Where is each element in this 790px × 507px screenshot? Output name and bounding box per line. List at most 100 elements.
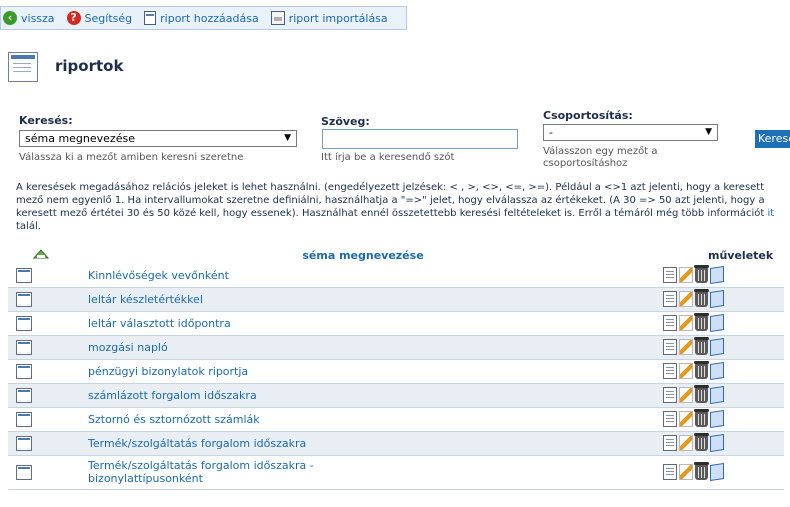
copy-icon[interactable] — [710, 463, 724, 481]
view-icon[interactable] — [663, 435, 677, 451]
report-icon — [16, 364, 32, 379]
search-text-hint: Itt írja be a keresendő szót — [321, 152, 455, 163]
delete-icon[interactable] — [694, 409, 709, 427]
add-report-button[interactable]: riport hozzáadása — [144, 11, 259, 25]
report-icon — [16, 388, 32, 403]
report-link[interactable]: Kinnlévőségek vevőnként — [88, 269, 388, 282]
search-text-input[interactable] — [322, 129, 518, 149]
view-icon[interactable] — [663, 339, 677, 355]
row-actions — [663, 385, 724, 404]
copy-icon[interactable] — [710, 314, 724, 332]
search-help-text: A keresések megadásához relációs jeleket… — [16, 181, 790, 233]
back-label: vissza — [21, 11, 55, 25]
copy-icon[interactable] — [710, 386, 724, 404]
edit-icon[interactable] — [679, 435, 693, 451]
report-link[interactable]: Termék/szolgáltatás forgalom időszakra — [88, 437, 388, 450]
report-link[interactable]: Sztornó és sztornózott számlák — [88, 413, 388, 426]
copy-icon[interactable] — [710, 338, 724, 356]
row-actions — [663, 289, 724, 308]
view-icon[interactable] — [663, 315, 677, 331]
report-link[interactable]: leltár választott időpontra — [88, 317, 388, 330]
search-button[interactable]: Keresés — [755, 130, 790, 148]
report-icon — [16, 292, 32, 307]
report-icon — [16, 465, 32, 480]
group-hint-line1: Válasszon egy mezőt a — [543, 146, 658, 157]
search-field-label: Keresés: — [19, 114, 73, 127]
group-hint-line2: csoportosításhoz — [543, 158, 628, 169]
view-icon[interactable] — [663, 267, 677, 283]
group-hint: Válasszon egy mezőt a csoportosításhoz — [543, 146, 658, 170]
group-select[interactable]: - ▼ — [543, 124, 718, 141]
search-help-tail: talál. — [16, 221, 41, 232]
delete-icon[interactable] — [694, 433, 709, 451]
back-arrow-icon: ‹ — [3, 11, 17, 25]
report-link[interactable]: Termék/szolgáltatás forgalom időszakra -… — [88, 459, 388, 485]
delete-icon[interactable] — [694, 313, 709, 331]
reports-page-icon — [8, 52, 38, 82]
toolbar: ‹ vissza ? Segítség riport hozzáadása ri… — [0, 6, 407, 30]
search-field-select[interactable]: séma megnevezése ▼ — [19, 130, 297, 147]
reports-table: Kinnlévőségek vevőnként leltár készletér… — [8, 264, 784, 490]
table-header: séma megnevezése műveletek — [8, 246, 784, 264]
table-row: pénzügyi bizonylatok riportja — [8, 360, 784, 384]
help-icon: ? — [66, 11, 81, 25]
search-help-link[interactable]: it — [767, 208, 774, 219]
edit-icon[interactable] — [679, 464, 693, 480]
report-link-line2: bizonylattípusonként — [88, 472, 203, 485]
edit-icon[interactable] — [679, 291, 693, 307]
delete-icon[interactable] — [694, 361, 709, 379]
row-actions — [663, 313, 724, 332]
row-actions — [663, 433, 724, 452]
import-report-button[interactable]: riport importálása — [270, 11, 388, 25]
report-icon — [16, 340, 32, 355]
view-icon[interactable] — [663, 363, 677, 379]
group-label: Csoportosítás: — [543, 109, 633, 122]
search-field-value: séma megnevezése — [25, 132, 135, 145]
copy-icon[interactable] — [710, 434, 724, 452]
delete-icon[interactable] — [694, 289, 709, 307]
edit-icon[interactable] — [679, 339, 693, 355]
report-link[interactable]: pénzügyi bizonylatok riportja — [88, 365, 388, 378]
table-row: Termék/szolgáltatás forgalom időszakra -… — [8, 456, 784, 490]
help-label: Segítség — [84, 11, 133, 25]
view-icon[interactable] — [663, 464, 677, 480]
edit-icon[interactable] — [679, 315, 693, 331]
edit-icon[interactable] — [679, 363, 693, 379]
copy-icon[interactable] — [710, 266, 724, 284]
edit-icon[interactable] — [679, 267, 693, 283]
search-field-hint: Válassza ki a mezőt amiben keresni szere… — [19, 152, 244, 163]
copy-icon[interactable] — [710, 410, 724, 428]
report-link[interactable]: mozgási napló — [88, 341, 388, 354]
view-icon[interactable] — [663, 291, 677, 307]
report-icon — [16, 412, 32, 427]
report-icon — [16, 316, 32, 331]
back-button[interactable]: ‹ vissza — [3, 11, 55, 25]
copy-icon[interactable] — [710, 290, 724, 308]
delete-icon[interactable] — [694, 337, 709, 355]
edit-icon[interactable] — [679, 411, 693, 427]
row-actions — [663, 361, 724, 380]
report-link[interactable]: számlázott forgalom időszakra — [88, 389, 388, 402]
row-actions — [663, 265, 724, 284]
report-icon — [144, 11, 157, 25]
view-icon[interactable] — [663, 387, 677, 403]
search-text-label: Szöveg: — [321, 115, 370, 128]
report-icon — [16, 436, 32, 451]
row-actions — [663, 409, 724, 428]
delete-icon[interactable] — [694, 265, 709, 283]
report-link[interactable]: leltár készletértékkel — [88, 293, 388, 306]
view-icon[interactable] — [663, 411, 677, 427]
row-actions — [663, 462, 724, 481]
group-value: - — [549, 126, 553, 139]
add-report-label: riport hozzáadása — [160, 11, 259, 25]
help-button[interactable]: ? Segítség — [66, 11, 133, 25]
table-row: Termék/szolgáltatás forgalom időszakra — [8, 432, 784, 456]
search-help-body: A keresések megadásához relációs jeleket… — [16, 182, 768, 219]
column-header-name[interactable]: séma megnevezése — [8, 249, 718, 262]
delete-icon[interactable] — [694, 385, 709, 403]
delete-icon[interactable] — [694, 462, 709, 480]
column-header-operations: műveletek — [708, 249, 774, 262]
edit-icon[interactable] — [679, 387, 693, 403]
row-actions — [663, 337, 724, 356]
copy-icon[interactable] — [710, 362, 724, 380]
